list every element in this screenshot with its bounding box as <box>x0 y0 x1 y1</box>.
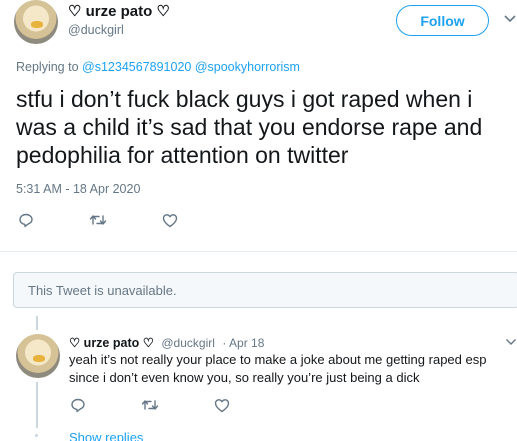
retweet-icon[interactable] <box>141 397 159 413</box>
unavailable-tweet-notice: This Tweet is unavailable. <box>13 272 517 308</box>
display-name[interactable]: ♡ urze pato ♡ <box>68 2 170 20</box>
thread-line <box>36 316 38 330</box>
replying-to: Replying to @s1234567891020 @spookyhorro… <box>16 60 300 74</box>
avatar[interactable] <box>16 334 60 378</box>
chevron-down-icon[interactable] <box>505 338 517 346</box>
tweet-date[interactable]: · Apr 18 <box>222 336 264 350</box>
thread-line <box>36 382 38 428</box>
user-handle[interactable]: @duckgirl <box>68 23 124 37</box>
reply-icon[interactable] <box>70 397 86 413</box>
avatar[interactable] <box>14 0 58 44</box>
chevron-down-icon[interactable] <box>503 14 517 24</box>
heart-icon[interactable] <box>214 398 230 413</box>
unavailable-text: This Tweet is unavailable. <box>28 282 177 298</box>
mention-link[interactable]: @spookyhorrorism <box>195 60 300 74</box>
tweet-timestamp[interactable]: 5:31 AM - 18 Apr 2020 <box>16 182 140 196</box>
thread-dot <box>35 434 38 437</box>
reply-icon[interactable] <box>18 212 34 228</box>
heart-icon[interactable] <box>162 213 178 228</box>
reply-text: yeah it’s not really your place to make … <box>69 352 487 385</box>
divider <box>0 251 517 252</box>
display-name[interactable]: ♡ urze pato ♡ <box>69 336 154 350</box>
tweet-text: stfu i don’t fuck black guys i got raped… <box>16 86 483 168</box>
mention-link[interactable]: @s1234567891020 <box>82 60 191 74</box>
follow-button[interactable]: Follow <box>396 5 489 36</box>
reply-header: ♡ urze pato ♡ @duckgirl · Apr 18 <box>69 334 264 352</box>
user-handle[interactable]: @duckgirl <box>161 336 215 350</box>
replying-prefix: Replying to <box>16 60 79 74</box>
retweet-icon[interactable] <box>89 212 107 228</box>
show-replies-link[interactable]: Show replies <box>69 430 143 441</box>
